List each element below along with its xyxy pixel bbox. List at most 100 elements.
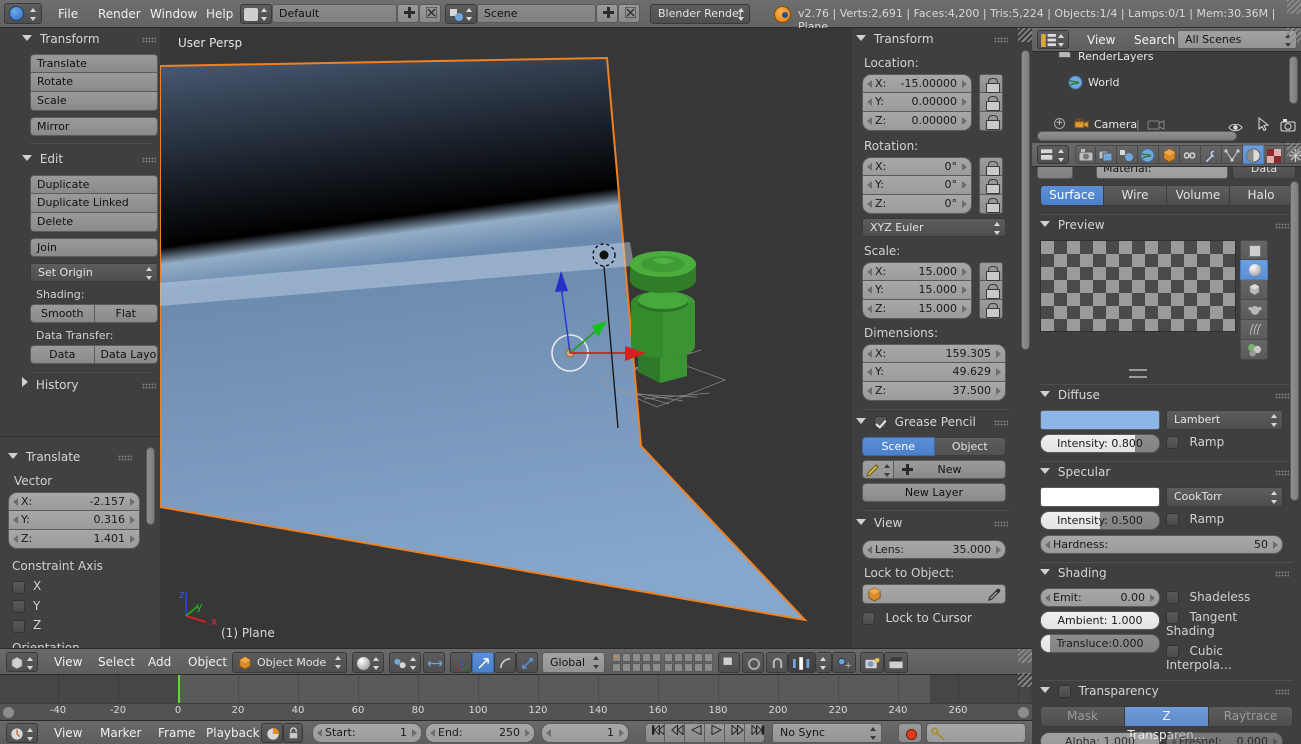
panel-header-preview[interactable]: Preview [1040, 217, 1293, 234]
preview-hair-button[interactable] [1240, 320, 1268, 340]
dimension-y-field[interactable]: Y: 49.629 [862, 363, 1006, 382]
timeline-menu-view[interactable]: View [44, 721, 92, 744]
scale-z-field[interactable]: Z: 15.000 [862, 300, 972, 319]
transparency-checkbox[interactable] [1058, 685, 1071, 698]
translate-manipulator-button[interactable] [472, 652, 494, 673]
gp-new-button[interactable]: New [894, 460, 1006, 479]
snap-element-dropdown[interactable] [788, 652, 816, 673]
shading-ambient-slider[interactable]: Ambient: 1.000 [1040, 611, 1160, 630]
screen-layout-selector-button[interactable] [240, 4, 272, 24]
tab-constraints[interactable] [1180, 145, 1201, 164]
preview-monkey-button[interactable] [1240, 300, 1268, 320]
specular-shader-dropdown[interactable]: CookTorr [1166, 487, 1283, 507]
panel-header-edit[interactable]: Edit [22, 151, 160, 168]
start-frame-field[interactable]: Start: 1 [312, 723, 422, 743]
timeline-menu-marker[interactable]: Marker [90, 721, 151, 744]
dimension-x-field[interactable]: X: 159.305 [862, 344, 1006, 363]
play-reverse-fast-button[interactable] [665, 723, 685, 743]
material-type-halo-tab[interactable]: Halo [1230, 185, 1293, 206]
tool-join-button[interactable]: Join [30, 238, 158, 257]
transparency-ztransparency-tab[interactable]: Z Transparen… [1125, 706, 1209, 727]
shadeless-checkbox[interactable] [1166, 591, 1179, 604]
preview-flat-button[interactable] [1240, 240, 1268, 260]
panel-header-translate-operator[interactable]: Translate [8, 449, 160, 466]
viewport-shading-dropdown[interactable] [352, 652, 384, 673]
render-image-button[interactable] [860, 652, 884, 673]
rotate-manipulator-button[interactable] [494, 652, 516, 673]
jump-to-start-button[interactable] [645, 723, 665, 743]
snap-magnet-button[interactable] [766, 652, 788, 673]
lock-to-cursor-checkbox[interactable] [862, 612, 875, 625]
auto-keyframe-button[interactable] [898, 723, 922, 743]
viewport-header-corner-grip[interactable] [1018, 649, 1032, 663]
tool-scale-button[interactable]: Scale [30, 92, 158, 111]
proportional-edit-button[interactable] [832, 652, 856, 673]
snap-target-dropdown[interactable] [816, 652, 832, 673]
jump-to-end-button[interactable] [745, 723, 765, 743]
outliner-row-renderlayers[interactable]: RenderLayers [1032, 52, 1301, 62]
specular-intensity-slider[interactable]: Intensity: 0.500 [1040, 511, 1160, 530]
outliner-corner-grip[interactable] [1287, 28, 1301, 42]
render-engine-dropdown[interactable]: Blender Render [650, 4, 750, 24]
rotation-y-field[interactable]: Y: 0° [862, 176, 972, 195]
lock-scale-z-button[interactable] [979, 300, 1003, 319]
tool-rotate-button[interactable]: Rotate [30, 73, 158, 92]
texture-paint-button[interactable] [742, 652, 764, 673]
npanel-scrollbar[interactable] [1021, 50, 1030, 350]
shading-translucency-slider[interactable]: Transluce:0.000 [1040, 634, 1160, 653]
outliner-vertical-scrollbar[interactable] [1289, 56, 1298, 104]
outliner-menu-view[interactable]: View [1077, 28, 1125, 52]
properties-scrollbar[interactable] [1290, 181, 1299, 501]
operator-panel-scrollbar[interactable] [146, 447, 155, 525]
constraint-y-checkbox[interactable] [12, 600, 25, 613]
copy-on-render-button[interactable] [718, 652, 740, 673]
panel-header-shading[interactable]: Shading [1040, 565, 1293, 582]
transparency-alpha-slider[interactable]: Alpha: 1.000 [1040, 732, 1160, 744]
play-button[interactable] [705, 723, 725, 743]
ruler-handle-left[interactable] [3, 707, 14, 718]
data-transfer-layout-button[interactable]: Data Layo [95, 345, 159, 364]
outliner-horizontal-scrollbar[interactable] [1037, 131, 1237, 141]
scale-y-field[interactable]: Y: 15.000 [862, 281, 972, 300]
transparency-fresnel-field[interactable]: Fresnel: 0.000 [1166, 732, 1283, 744]
tool-delete-button[interactable]: Delete [30, 213, 158, 232]
preview-all-button[interactable] [1240, 340, 1268, 360]
tab-render-layers[interactable] [1096, 145, 1117, 164]
shading-flat-button[interactable]: Flat [95, 304, 159, 323]
viewport-menu-add[interactable]: Add [138, 649, 181, 676]
translate-x-field[interactable]: X: -2.157 [8, 492, 140, 511]
tab-texture[interactable] [1264, 145, 1285, 164]
lock-to-object-field[interactable] [862, 584, 1006, 604]
lock-rotation-y-button[interactable] [979, 176, 1003, 195]
lock-scale-x-button[interactable] [979, 262, 1003, 281]
play-reverse-button[interactable] [685, 723, 705, 743]
timeline-corner-grip[interactable] [1018, 673, 1032, 687]
diffuse-color-swatch[interactable] [1040, 410, 1160, 430]
preview-resize-handle[interactable] [1040, 361, 1236, 378]
panel-header-transform[interactable]: Transform [22, 31, 160, 48]
rotation-x-field[interactable]: X: 0° [862, 157, 972, 176]
tool-mirror-button[interactable]: Mirror [30, 117, 158, 136]
editor-type-3dview-button[interactable] [6, 652, 38, 672]
add-scene-button[interactable] [596, 4, 618, 23]
render-animation-button[interactable] [884, 652, 908, 673]
end-frame-field[interactable]: End: 250 [425, 723, 535, 743]
lock-location-z-button[interactable] [979, 112, 1003, 131]
scene-layers-widget[interactable] [612, 653, 713, 672]
transparency-raytrace-tab[interactable]: Raytrace [1209, 706, 1293, 727]
timeline-track[interactable] [0, 675, 1032, 703]
interaction-mode-dropdown[interactable]: Object Mode [232, 652, 347, 673]
scale-x-field[interactable]: X: 15.000 [862, 262, 972, 281]
ruler-handle-right[interactable] [1018, 707, 1029, 718]
material-type-surface-tab[interactable]: Surface [1040, 185, 1104, 206]
lock-rotation-z-button[interactable] [979, 195, 1003, 214]
tangent-shading-checkbox[interactable] [1166, 611, 1179, 624]
tab-object[interactable] [1159, 145, 1180, 164]
panel-header-transparency[interactable]: Transparency [1040, 683, 1293, 700]
snap-during-transform-toggle[interactable] [423, 652, 445, 673]
constraint-x-checkbox[interactable] [12, 581, 25, 594]
viewport-menu-object[interactable]: Object [178, 649, 237, 676]
outliner-display-mode-dropdown[interactable]: All Scenes [1177, 30, 1297, 49]
dimension-z-field[interactable]: Z: 37.500 [862, 382, 1006, 401]
delete-scene-button[interactable] [618, 4, 640, 23]
